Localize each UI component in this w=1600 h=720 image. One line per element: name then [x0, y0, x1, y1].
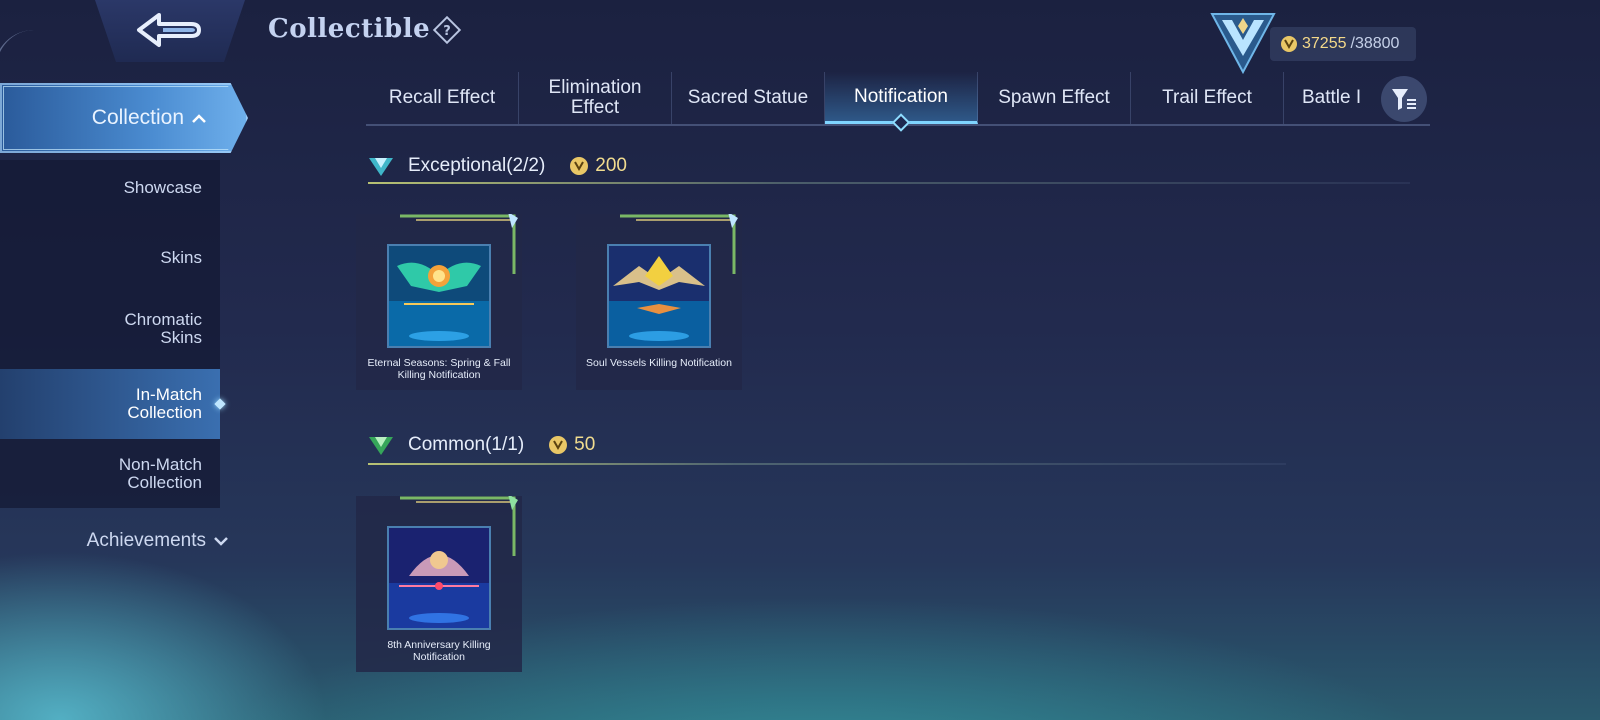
tab-sacred-statue[interactable]: Sacred Statue	[672, 72, 825, 124]
price-value: 50	[574, 434, 596, 455]
tab-recall-effect[interactable]: Recall Effect	[366, 72, 519, 124]
filter-button[interactable]	[1381, 76, 1427, 122]
currency-current: 37255	[1302, 35, 1347, 52]
sidebar-item-achievements[interactable]: Achievements	[0, 530, 228, 552]
section-divider	[368, 182, 1410, 184]
tab-trail-effect[interactable]: Trail Effect	[1131, 72, 1284, 124]
tab-elimination-effect[interactable]: Elimination Effect	[519, 72, 672, 124]
page-title: Collectible	[268, 14, 431, 44]
currency-display: 37255/38800	[1270, 27, 1416, 61]
collection-group-button[interactable]: Collection	[0, 83, 248, 153]
sidebar-item-skins[interactable]: Skins	[0, 238, 220, 278]
card-art-image	[387, 244, 491, 348]
sidebar-item-label: In-Match Collection	[127, 385, 202, 422]
rarity-exceptional-icon	[369, 158, 393, 176]
tab-notification[interactable]: Notification	[825, 72, 978, 124]
tab-label: Elimination Effect	[548, 77, 642, 118]
sidebar-item-label: Skins	[160, 248, 202, 267]
section-price: 200	[569, 155, 627, 177]
tab-label: Notification	[854, 85, 948, 107]
tab-label: Trail Effect	[1162, 87, 1252, 108]
section-header-common: Common(1/1) 50	[368, 427, 595, 463]
collection-label: Collection	[91, 106, 184, 129]
section-price: 50	[548, 434, 595, 456]
coin-icon	[1281, 36, 1297, 52]
tab-spawn-effect[interactable]: Spawn Effect	[978, 72, 1131, 124]
section-header-exceptional: Exceptional(2/2) 200	[368, 148, 627, 184]
help-icon[interactable]: ?	[432, 15, 462, 50]
section-title: Exceptional(2/2)	[408, 155, 546, 176]
rank-emblem-icon	[1208, 6, 1278, 79]
tab-label: Spawn Effect	[998, 87, 1110, 108]
tab-label: Battle I	[1302, 87, 1362, 108]
card-art-image	[607, 244, 711, 348]
sidebar-item-label: Non-Match Collection	[118, 455, 202, 492]
filter-icon	[1392, 89, 1416, 110]
svg-text:?: ?	[443, 24, 451, 39]
achievements-label: Achievements	[86, 530, 206, 551]
rarity-common-icon	[369, 437, 393, 455]
back-button[interactable]	[95, 0, 245, 62]
tab-label: Sacred Statue	[687, 87, 809, 108]
sidebar-item-label: Showcase	[123, 178, 202, 197]
sidebar-item-in-match-collection[interactable]: In-Match Collection	[0, 369, 220, 439]
card-name: Soul Vessels Killing Notification	[586, 357, 732, 369]
card-name: Eternal Seasons: Spring & Fall Killing N…	[367, 357, 511, 381]
tab-label: Recall Effect	[388, 87, 496, 108]
price-value: 200	[595, 155, 627, 176]
tab-battle[interactable]: Battle I	[1284, 72, 1374, 124]
collectible-card[interactable]: 8th Anniversary Killing Notification	[356, 496, 522, 672]
back-arrow-icon	[137, 13, 201, 47]
sidebar-item-showcase[interactable]: Showcase	[0, 168, 220, 208]
sidebar-item-non-match-collection[interactable]: Non-Match Collection	[0, 449, 220, 499]
card-name: 8th Anniversary Killing Notification	[387, 639, 491, 663]
section-divider	[368, 463, 1286, 465]
coin-icon	[549, 436, 568, 454]
currency-max: /38800	[1350, 35, 1400, 52]
sidebar-item-label: Chromatic Skins	[124, 310, 202, 347]
chevron-up-icon	[192, 114, 206, 123]
coin-icon	[570, 157, 589, 175]
category-tabs: Recall Effect Elimination Effect Sacred …	[366, 72, 1430, 126]
collectible-card[interactable]: Eternal Seasons: Spring & Fall Killing N…	[356, 214, 522, 390]
card-art-image	[387, 526, 491, 630]
sidebar-item-chromatic-skins[interactable]: Chromatic Skins	[0, 306, 220, 352]
collectible-card[interactable]: Soul Vessels Killing Notification	[576, 214, 742, 390]
section-title: Common(1/1)	[408, 434, 525, 455]
chevron-down-icon	[214, 537, 228, 546]
